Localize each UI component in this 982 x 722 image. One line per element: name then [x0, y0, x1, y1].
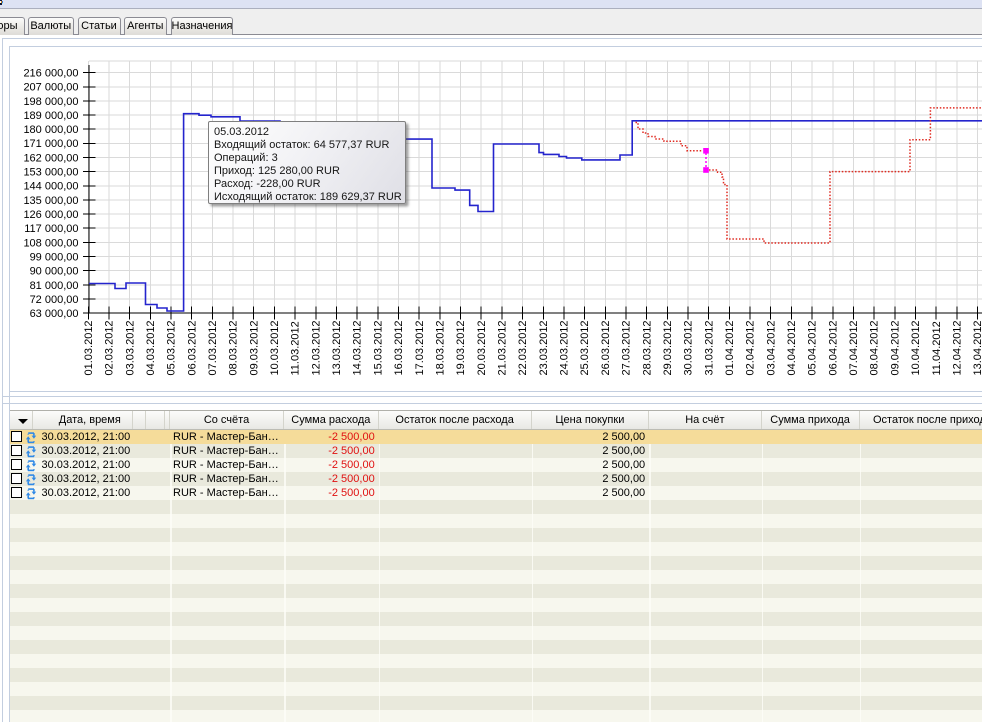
svg-text:22.03.2012: 22.03.2012 — [517, 320, 529, 375]
svg-text:09.03.2012: 09.03.2012 — [248, 320, 260, 375]
svg-text:07.04.2012: 07.04.2012 — [848, 320, 860, 375]
svg-text:144 000,00: 144 000,00 — [23, 181, 78, 193]
svg-text:13.04.2012: 13.04.2012 — [972, 320, 982, 375]
svg-text:20.03.2012: 20.03.2012 — [476, 320, 488, 375]
svg-text:15.03.2012: 15.03.2012 — [372, 320, 384, 375]
svg-text:08.03.2012: 08.03.2012 — [228, 320, 240, 375]
svg-text:03.03.2012: 03.03.2012 — [124, 320, 136, 375]
svg-text:16.03.2012: 16.03.2012 — [393, 320, 405, 375]
svg-text:05.03.2012: 05.03.2012 — [166, 320, 178, 375]
svg-text:07.03.2012: 07.03.2012 — [207, 320, 219, 375]
svg-text:12.03.2012: 12.03.2012 — [310, 320, 322, 375]
svg-text:90 000,00: 90 000,00 — [30, 266, 79, 278]
svg-text:126 000,00: 126 000,00 — [23, 209, 78, 221]
svg-text:06.04.2012: 06.04.2012 — [827, 320, 839, 375]
svg-text:29.03.2012: 29.03.2012 — [662, 320, 674, 375]
svg-text:08.04.2012: 08.04.2012 — [869, 320, 881, 375]
svg-text:01.03.2012: 01.03.2012 — [83, 320, 95, 375]
svg-text:99 000,00: 99 000,00 — [30, 251, 79, 263]
svg-text:27.03.2012: 27.03.2012 — [621, 320, 633, 375]
svg-text:06.03.2012: 06.03.2012 — [186, 320, 198, 375]
svg-text:153 000,00: 153 000,00 — [23, 167, 78, 179]
svg-text:30.03.2012: 30.03.2012 — [683, 320, 695, 375]
svg-text:216 000,00: 216 000,00 — [23, 68, 78, 80]
svg-text:09.04.2012: 09.04.2012 — [889, 320, 901, 375]
svg-text:11.04.2012: 11.04.2012 — [931, 321, 943, 375]
svg-text:05.04.2012: 05.04.2012 — [807, 320, 819, 375]
svg-text:207 000,00: 207 000,00 — [23, 82, 78, 94]
svg-text:117 000,00: 117 000,00 — [24, 223, 78, 235]
svg-text:81 000,00: 81 000,00 — [30, 280, 79, 292]
svg-text:63 000,00: 63 000,00 — [30, 308, 79, 320]
svg-text:10.04.2012: 10.04.2012 — [910, 320, 922, 375]
svg-text:21.03.2012: 21.03.2012 — [497, 320, 509, 375]
svg-text:14.03.2012: 14.03.2012 — [352, 320, 364, 375]
svg-text:24.03.2012: 24.03.2012 — [559, 320, 571, 375]
svg-text:04.04.2012: 04.04.2012 — [786, 320, 798, 375]
svg-text:31.03.2012: 31.03.2012 — [703, 320, 715, 375]
svg-text:10.03.2012: 10.03.2012 — [269, 320, 281, 375]
svg-text:72 000,00: 72 000,00 — [30, 294, 79, 306]
svg-text:23.03.2012: 23.03.2012 — [538, 320, 550, 375]
svg-text:189 000,00: 189 000,00 — [23, 110, 78, 122]
svg-text:26.03.2012: 26.03.2012 — [600, 320, 612, 375]
svg-text:01.04.2012: 01.04.2012 — [724, 320, 736, 375]
svg-text:04.03.2012: 04.03.2012 — [145, 320, 157, 375]
svg-text:28.03.2012: 28.03.2012 — [641, 320, 653, 375]
svg-text:17.03.2012: 17.03.2012 — [414, 320, 426, 375]
svg-text:19.03.2012: 19.03.2012 — [455, 320, 467, 375]
svg-text:11.03.2012: 11.03.2012 — [290, 321, 302, 375]
svg-text:03.04.2012: 03.04.2012 — [765, 320, 777, 375]
svg-text:13.03.2012: 13.03.2012 — [331, 320, 343, 375]
svg-text:25.03.2012: 25.03.2012 — [579, 320, 591, 375]
svg-text:180 000,00: 180 000,00 — [23, 124, 78, 136]
svg-text:135 000,00: 135 000,00 — [23, 195, 78, 207]
svg-text:171 000,00: 171 000,00 — [23, 138, 78, 150]
svg-text:12.04.2012: 12.04.2012 — [952, 320, 964, 375]
svg-text:198 000,00: 198 000,00 — [23, 96, 78, 108]
svg-text:162 000,00: 162 000,00 — [23, 152, 78, 164]
svg-text:108 000,00: 108 000,00 — [23, 237, 78, 249]
svg-text:18.03.2012: 18.03.2012 — [435, 320, 447, 375]
svg-text:02.04.2012: 02.04.2012 — [745, 320, 757, 375]
svg-text:02.03.2012: 02.03.2012 — [104, 320, 116, 375]
